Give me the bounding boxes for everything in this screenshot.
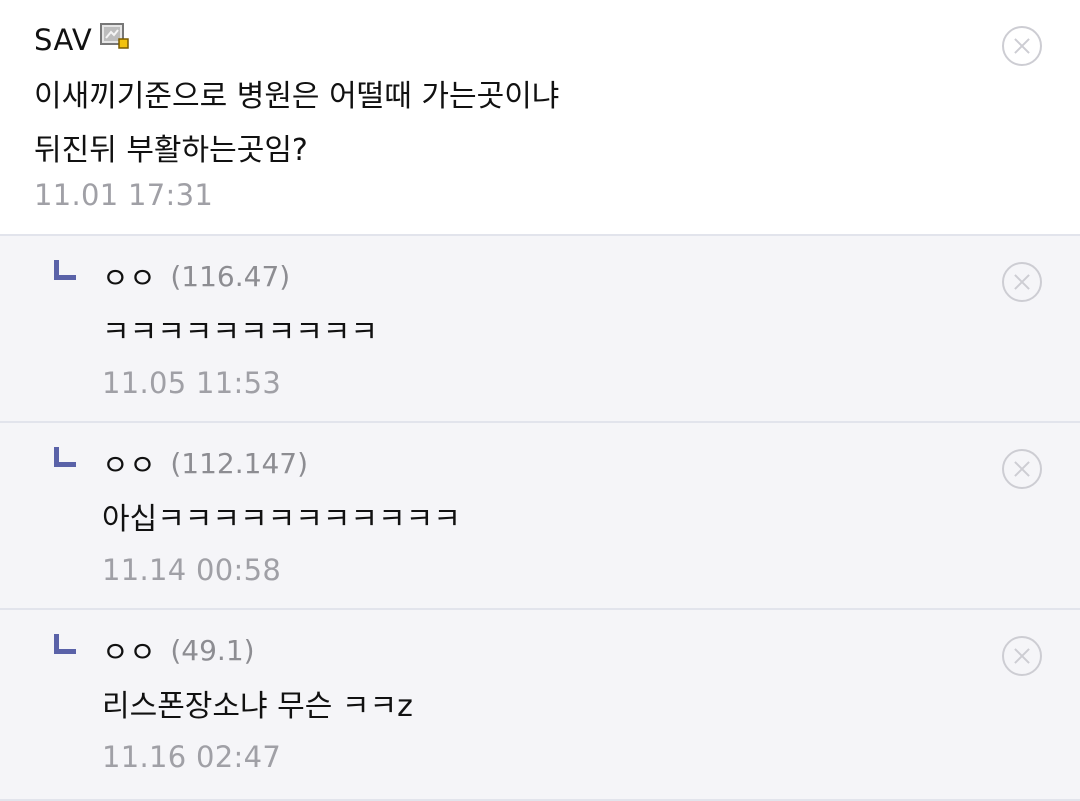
comment-author-line: SAV — [34, 20, 130, 60]
reply-arrow-icon — [54, 634, 76, 654]
reply-ip: (116.47) — [170, 259, 291, 293]
reply-arrow-icon — [54, 260, 76, 280]
reply-text: ㅋㅋㅋㅋㅋㅋㅋㅋㅋㅋ — [102, 315, 378, 350]
reply-text: 아십ㅋㅋㅋㅋㅋㅋㅋㅋㅋㅋㅋ — [102, 502, 461, 537]
comment-text: 이새끼기준으로 병원은 어떨때 가는곳이냐 뒤진뒤 부활하는곳임? — [34, 70, 559, 178]
comment-author[interactable]: SAV — [34, 23, 92, 57]
reply-timestamp: 11.05 11:53 — [102, 366, 282, 400]
reply-ip: (112.147) — [170, 446, 309, 480]
delete-reply-icon[interactable] — [1002, 449, 1042, 489]
comment-list: SAV 이새끼기준으로 병원은 어떨때 가는곳이냐 뒤진뒤 부활하는곳임? 11… — [0, 0, 1080, 801]
delete-reply-icon[interactable] — [1002, 262, 1042, 302]
reply-author[interactable]: ㅇㅇ — [102, 629, 156, 671]
reply-author-line: ㅇㅇ (112.147) — [102, 443, 308, 483]
comment-timestamp: 11.01 17:31 — [34, 178, 214, 212]
fixed-nick-badge-icon — [100, 23, 130, 49]
comment-text-line: 뒤진뒤 부활하는곳임? — [34, 133, 308, 168]
reply-ip: (49.1) — [170, 633, 255, 667]
reply-item: ㅇㅇ (116.47) ㅋㅋㅋㅋㅋㅋㅋㅋㅋㅋ 11.05 11:53 — [0, 236, 1080, 423]
reply-author[interactable]: ㅇㅇ — [102, 442, 156, 484]
reply-arrow-icon — [54, 447, 76, 467]
reply-timestamp: 11.16 02:47 — [102, 740, 282, 774]
reply-item: ㅇㅇ (112.147) 아십ㅋㅋㅋㅋㅋㅋㅋㅋㅋㅋㅋ 11.14 00:58 — [0, 423, 1080, 610]
reply-author[interactable]: ㅇㅇ — [102, 255, 156, 297]
delete-comment-icon[interactable] — [1002, 26, 1042, 66]
reply-text: 리스폰장소냐 무슨 ㅋㅋz — [102, 689, 413, 724]
reply-item: ㅇㅇ (49.1) 리스폰장소냐 무슨 ㅋㅋz 11.16 02:47 — [0, 610, 1080, 801]
reply-author-line: ㅇㅇ (116.47) — [102, 256, 290, 296]
delete-reply-icon[interactable] — [1002, 636, 1042, 676]
reply-author-line: ㅇㅇ (49.1) — [102, 630, 255, 670]
comment-text-line: 이새끼기준으로 병원은 어떨때 가는곳이냐 — [34, 79, 560, 114]
comment-item: SAV 이새끼기준으로 병원은 어떨때 가는곳이냐 뒤진뒤 부활하는곳임? 11… — [0, 0, 1080, 236]
reply-timestamp: 11.14 00:58 — [102, 553, 282, 587]
